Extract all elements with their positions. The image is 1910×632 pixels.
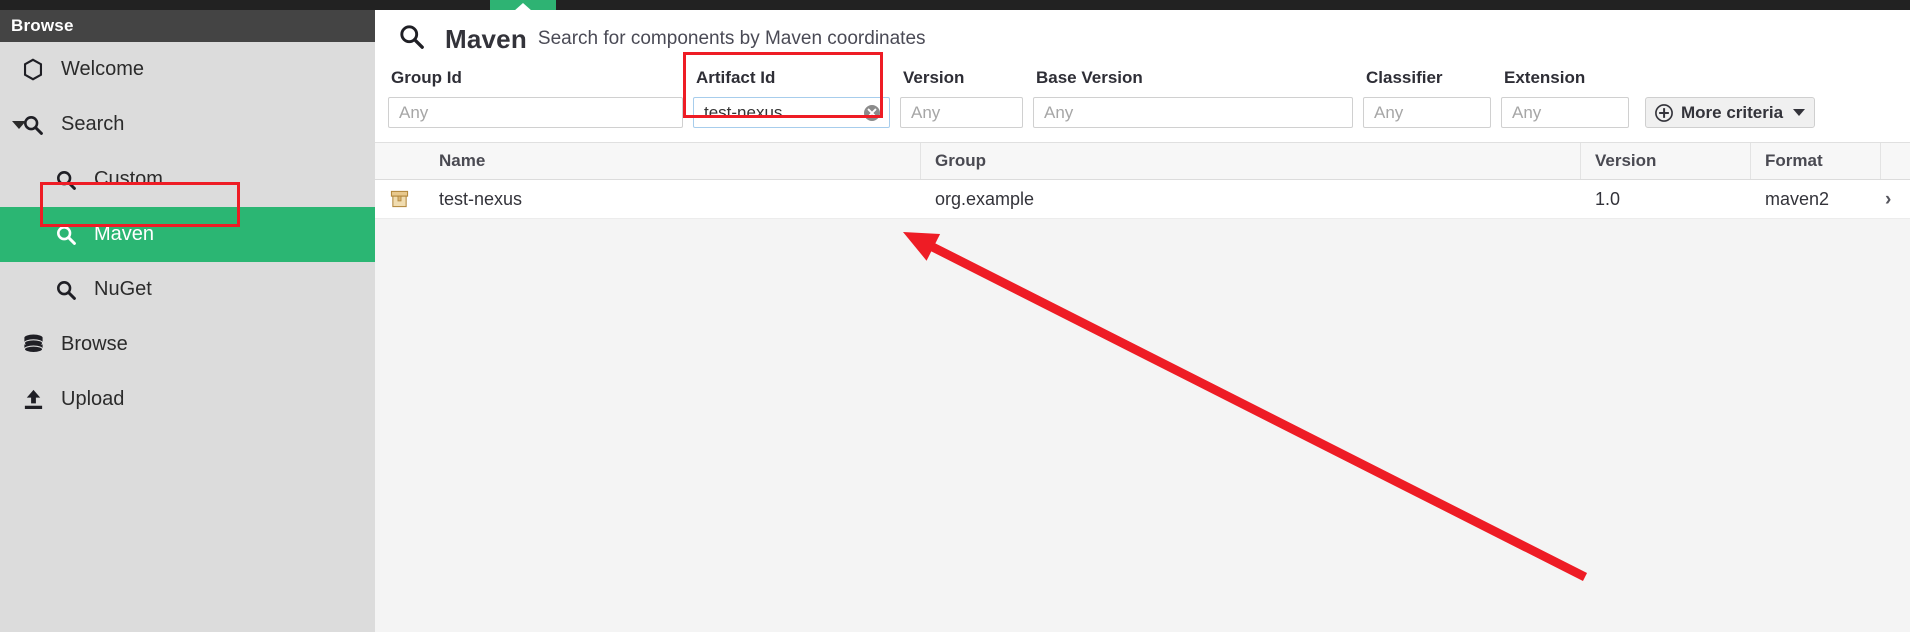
cell-group: org.example: [935, 188, 1035, 209]
hexagon-icon: [22, 58, 52, 81]
column-header-chev[interactable]: [1881, 143, 1910, 179]
app-window: Browse Welcome Search Custom Maven NuGet Brow…: [0, 0, 1910, 632]
sidebar-item-custom[interactable]: Custom: [0, 152, 375, 207]
sidebar-item-label: Search: [61, 113, 125, 135]
chevron-down-icon: [1793, 109, 1806, 116]
chevron-down-icon[interactable]: [12, 120, 26, 129]
filter-field-extension[interactable]: [1501, 97, 1629, 128]
column-header-name[interactable]: Name: [425, 143, 921, 179]
sidebar-item-label: Welcome: [61, 58, 144, 80]
clear-artifact-id-icon[interactable]: [863, 104, 881, 122]
cell-name: test-nexus: [439, 188, 523, 209]
search-filters: Group Id Artifact Id Version Base Version Cl…: [375, 68, 1910, 142]
filter-label-base-version: Base Version: [1036, 68, 1143, 87]
cell-format: maven2: [1765, 188, 1830, 209]
sidebar-item-label: Upload: [61, 388, 125, 410]
filter-field-classifier[interactable]: [1363, 97, 1491, 128]
sidebar-item-label: Browse: [61, 333, 128, 355]
more-criteria-label: More criteria: [1681, 102, 1784, 122]
search-icon: [55, 169, 85, 191]
results-grid: Name Group Version Format test-nexus org.exa…: [375, 142, 1910, 219]
sidebar-item-browse[interactable]: Browse: [0, 317, 375, 372]
sidebar-header: Browse: [0, 10, 375, 42]
filter-label-artifact-id: Artifact Id: [696, 68, 776, 87]
search-icon: [55, 224, 85, 246]
sidebar-item-nuget[interactable]: NuGet: [0, 262, 375, 317]
upload-icon: [22, 388, 52, 411]
column-header-version[interactable]: Version: [1581, 143, 1751, 179]
filter-label-classifier: Classifier: [1366, 68, 1443, 87]
search-panel: Maven Search for components by Maven coo…: [375, 10, 1910, 142]
filter-col-extension: Extension: [1501, 68, 1629, 128]
artifact-id-input[interactable]: [694, 98, 889, 127]
top-strip-green-tab[interactable]: [490, 0, 556, 11]
classifier-input[interactable]: [1364, 98, 1490, 127]
page-title-row: Maven Search for components by Maven coo…: [375, 10, 1910, 68]
filter-label-group-id: Group Id: [391, 68, 462, 87]
filter-col-classifier: Classifier: [1363, 68, 1491, 128]
package-box-icon: [375, 180, 425, 218]
filter-field-group-id[interactable]: [388, 97, 683, 128]
filter-label-extension: Extension: [1504, 68, 1586, 87]
filter-col-artifact-id: Artifact Id: [693, 68, 890, 128]
results-header-row: Name Group Version Format: [375, 142, 1910, 180]
sidebar-item-welcome[interactable]: Welcome: [0, 42, 375, 97]
sidebar: Browse Welcome Search Custom Maven NuGet Brow…: [0, 10, 375, 632]
filter-col-version: Version: [900, 68, 1023, 128]
filter-col-group-id: Group Id: [388, 68, 683, 128]
filter-field-version[interactable]: [900, 97, 1023, 128]
plus-circle-icon: [1655, 103, 1673, 122]
main-panel: Maven Search for components by Maven coo…: [375, 10, 1910, 632]
base-version-input[interactable]: [1034, 98, 1352, 127]
sidebar-item-label: NuGet: [94, 278, 152, 300]
cell-version: 1.0: [1595, 188, 1621, 209]
search-icon: [398, 23, 425, 55]
database-icon: [22, 333, 52, 356]
filter-field-artifact-id[interactable]: [693, 97, 890, 128]
filter-label-version: Version: [903, 68, 965, 87]
version-input[interactable]: [901, 98, 1022, 127]
sidebar-item-maven[interactable]: Maven: [0, 207, 375, 262]
page-subtitle: Search for components by Maven coordinat…: [537, 28, 926, 49]
filter-field-base-version[interactable]: [1033, 97, 1353, 128]
column-header-format[interactable]: Format: [1751, 143, 1881, 179]
sidebar-item-upload[interactable]: Upload: [0, 372, 375, 427]
filter-col-base-version: Base Version: [1033, 68, 1353, 128]
results-body: test-nexus org.example 1.0 maven2 ›: [375, 180, 1910, 219]
column-header-icon[interactable]: [375, 143, 425, 179]
search-icon: [22, 114, 52, 136]
page-title: Maven: [445, 23, 527, 54]
column-header-group[interactable]: Group: [921, 143, 1581, 179]
row-expand-chevron-icon[interactable]: ›: [1881, 180, 1910, 218]
extension-input[interactable]: [1502, 98, 1628, 127]
sidebar-item-search[interactable]: Search: [0, 97, 375, 152]
search-icon: [55, 279, 85, 301]
sidebar-item-label: Custom: [94, 168, 163, 190]
browser-top-strip: [0, 0, 1910, 11]
table-row[interactable]: test-nexus org.example 1.0 maven2 ›: [375, 180, 1910, 219]
more-criteria-button[interactable]: More criteria: [1645, 97, 1816, 128]
sidebar-nav-list: Welcome Search Custom Maven NuGet Browse Uploa…: [0, 42, 375, 427]
group-id-input[interactable]: [389, 98, 682, 127]
sidebar-item-label: Maven: [94, 223, 155, 245]
